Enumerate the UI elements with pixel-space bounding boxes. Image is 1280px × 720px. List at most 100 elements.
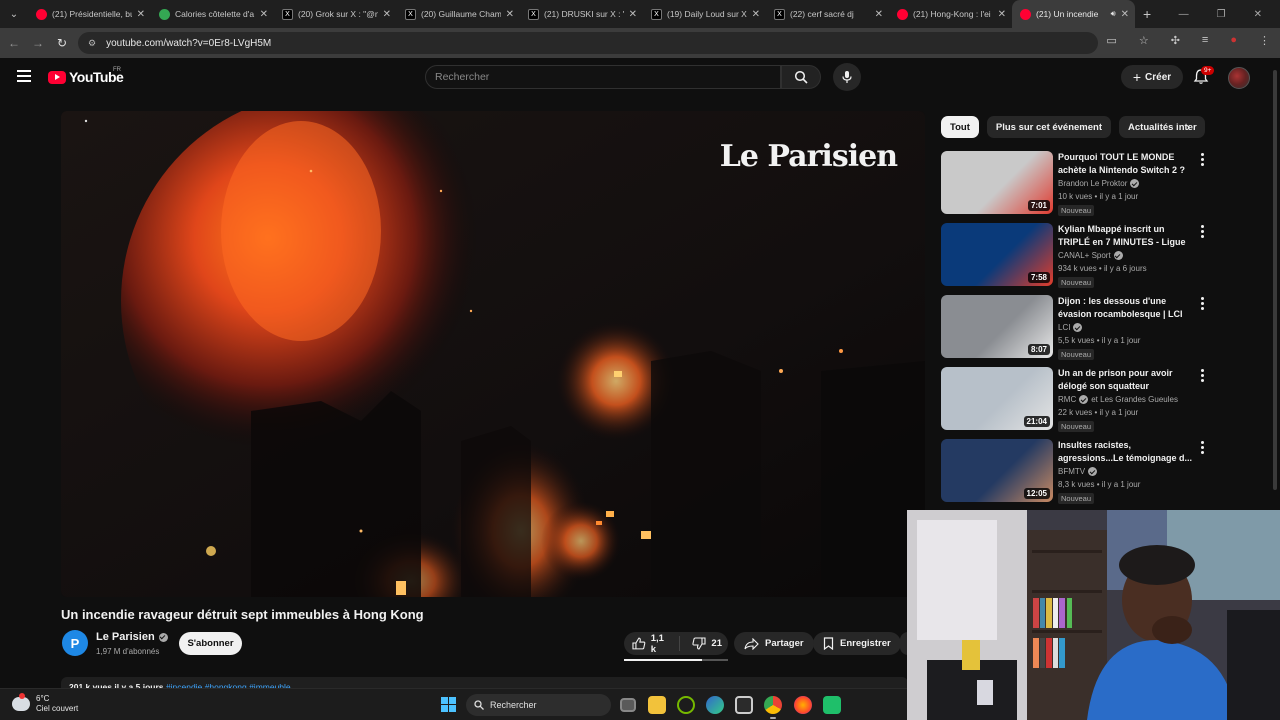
- browser-tab[interactable]: (21) Présidentielle, bu ✕: [28, 0, 151, 28]
- tab-close-icon[interactable]: ✕: [260, 9, 268, 20]
- profile-icon[interactable]: ●: [1230, 34, 1237, 47]
- more-options-icon[interactable]: [1201, 369, 1205, 384]
- browser-tab[interactable]: (21) Hong-Kong : l'ei ✕: [889, 0, 1012, 28]
- more-options-icon[interactable]: [1201, 441, 1205, 456]
- back-icon[interactable]: ←: [2, 36, 26, 50]
- streamer-webcam-image: [907, 510, 1280, 720]
- minimize-icon[interactable]: —: [1179, 9, 1189, 20]
- tab-close-icon[interactable]: ✕: [137, 9, 145, 20]
- more-options-icon[interactable]: [1201, 153, 1205, 168]
- tab-close-icon[interactable]: ✕: [383, 9, 391, 20]
- browser-tab[interactable]: X (21) DRUSKI sur X : " ✕: [520, 0, 643, 28]
- tab-close-icon[interactable]: ✕: [629, 9, 637, 20]
- video-thumbnail[interactable]: 7:01: [941, 151, 1053, 214]
- temperature: 6°C: [36, 694, 50, 703]
- forward-icon[interactable]: →: [26, 36, 50, 50]
- recommended-video[interactable]: 8:07 Dijon : les dessous d'une évasion ro…: [941, 295, 1221, 360]
- browser-tab[interactable]: X (22) cerf sacré dj ✕: [766, 0, 889, 28]
- like-button[interactable]: 1,1 k: [624, 633, 681, 655]
- site-info-icon[interactable]: ⚙: [88, 38, 96, 49]
- more-options-icon[interactable]: [1201, 297, 1205, 312]
- tab-close-icon[interactable]: ✕: [998, 9, 1006, 20]
- maximize-icon[interactable]: ❐: [1217, 9, 1226, 20]
- recommended-meta: 934 k vues • il y a 6 jours: [1058, 264, 1147, 273]
- recommended-channel-extra[interactable]: et Les Grandes Gueules: [1091, 395, 1178, 404]
- tab-close-icon[interactable]: ✕: [875, 9, 883, 20]
- chrome-icon[interactable]: [764, 696, 782, 719]
- chevron-right-icon[interactable]: ›: [1186, 120, 1190, 134]
- recommended-channel[interactable]: BFMTV: [1058, 467, 1085, 476]
- video-thumbnail[interactable]: 7:58: [941, 223, 1053, 286]
- video-thumbnail[interactable]: 21:04: [941, 367, 1053, 430]
- tab-title: (20) Guillaume Cham: [421, 9, 501, 19]
- subscriber-count: 1,97 M d'abonnés: [96, 647, 160, 656]
- recommended-channel[interactable]: CANAL+ Sport: [1058, 251, 1111, 260]
- browser-tab[interactable]: (21) Un incendie 🔊︎ ✕: [1012, 0, 1135, 28]
- bookmark-star-icon[interactable]: ☆: [1139, 34, 1149, 47]
- video-thumbnail[interactable]: 12:05: [941, 439, 1053, 502]
- recommended-title[interactable]: Dijon : les dessous d'une évasion rocamb…: [1058, 295, 1193, 321]
- edge-browser-icon[interactable]: [706, 696, 724, 714]
- recommended-title[interactable]: Un an de prison pour avoir délogé son sq…: [1058, 367, 1193, 393]
- tab-close-icon[interactable]: ✕: [752, 9, 760, 20]
- file-explorer-icon[interactable]: [648, 696, 666, 714]
- browser-tab[interactable]: X (19) Daily Loud sur X ✕: [643, 0, 766, 28]
- search-button[interactable]: [781, 65, 821, 89]
- recommended-video[interactable]: 21:04 Un an de prison pour avoir délogé s…: [941, 367, 1221, 432]
- filter-chip[interactable]: Tout: [941, 116, 979, 138]
- like-dislike-group: 1,1 k 21: [624, 632, 728, 655]
- taskbar-search-box[interactable]: Rechercher: [466, 694, 611, 716]
- page-scrollbar[interactable]: [1270, 58, 1280, 510]
- app-icon-green[interactable]: [823, 696, 841, 714]
- new-tab-button[interactable]: +: [1143, 6, 1151, 22]
- search-input[interactable]: Rechercher: [425, 65, 781, 89]
- channel-name[interactable]: Le Parisien: [96, 631, 155, 643]
- voice-search-button[interactable]: [833, 63, 861, 91]
- address-bar[interactable]: ⚙ youtube.com/watch?v=0Er8-LVgH5M: [78, 32, 1098, 54]
- tab-close-icon[interactable]: ✕: [506, 9, 514, 20]
- video-player[interactable]: Le Parisien: [61, 111, 925, 597]
- extensions-icon[interactable]: ✣: [1171, 34, 1180, 47]
- guide-menu-icon[interactable]: [17, 70, 31, 82]
- recommended-title[interactable]: Insultes racistes, agressions...Le témoi…: [1058, 439, 1193, 465]
- reload-icon[interactable]: ↻: [50, 36, 74, 50]
- subscribe-button[interactable]: S'abonner: [179, 632, 242, 655]
- account-avatar[interactable]: [1228, 67, 1250, 89]
- windows-start-icon[interactable]: [441, 697, 456, 712]
- recommended-channel[interactable]: LCI: [1058, 323, 1070, 332]
- task-view-icon[interactable]: [620, 698, 636, 712]
- tab-search-chevron-icon[interactable]: ⌄: [0, 0, 28, 28]
- more-options-icon[interactable]: [1201, 225, 1205, 240]
- video-thumbnail[interactable]: 8:07: [941, 295, 1053, 358]
- filter-chip[interactable]: Plus sur cet événement: [986, 116, 1112, 138]
- channel-avatar[interactable]: P: [62, 630, 88, 656]
- tab-audio-icon[interactable]: 🔊︎: [1111, 9, 1116, 19]
- recommended-video[interactable]: 7:01 Pourquoi TOUT LE MONDE achète la Nin…: [941, 151, 1221, 216]
- dislike-button[interactable]: 21: [686, 637, 728, 650]
- save-button[interactable]: Enregistrer: [813, 632, 901, 655]
- tab-close-icon[interactable]: ✕: [1121, 9, 1129, 20]
- weather-widget[interactable]: 6°C Ciel couvert: [12, 693, 78, 714]
- recommended-channel[interactable]: RMC: [1058, 395, 1076, 404]
- filter-chip[interactable]: Actualités inter: [1119, 116, 1206, 138]
- recommended-title[interactable]: Kylian Mbappé inscrit un TRIPLÉ en 7 MIN…: [1058, 223, 1193, 249]
- close-window-icon[interactable]: ✕: [1254, 9, 1262, 20]
- channel-name-row[interactable]: Le Parisien: [96, 631, 168, 643]
- browser-tab[interactable]: X (20) Grok sur X : "@n ✕: [274, 0, 397, 28]
- browser-actions: ▭ ☆ ✣ ≡ ● ⋮: [1106, 34, 1270, 47]
- browser-tab[interactable]: Calories côtelette d'a ✕: [151, 0, 274, 28]
- recommended-title[interactable]: Pourquoi TOUT LE MONDE achète la Nintend…: [1058, 151, 1193, 177]
- media-controls-icon[interactable]: ≡: [1202, 34, 1208, 47]
- firefox-icon[interactable]: [794, 696, 812, 714]
- cast-icon[interactable]: ▭: [1106, 34, 1116, 47]
- new-badge: Nouveau: [1058, 205, 1095, 216]
- recommended-channel[interactable]: Brandon Le Proktor: [1058, 179, 1127, 188]
- microsoft-store-icon[interactable]: [735, 696, 753, 714]
- recommended-video[interactable]: 12:05 Insultes racistes, agressions...Le …: [941, 439, 1221, 504]
- share-button[interactable]: Partager: [734, 632, 814, 655]
- nvidia-icon[interactable]: [677, 696, 695, 714]
- create-button[interactable]: + Créer: [1121, 65, 1183, 89]
- recommended-video[interactable]: 7:58 Kylian Mbappé inscrit un TRIPLÉ en 7…: [941, 223, 1221, 288]
- browser-menu-icon[interactable]: ⋮: [1259, 34, 1270, 47]
- browser-tab[interactable]: X (20) Guillaume Cham ✕: [397, 0, 520, 28]
